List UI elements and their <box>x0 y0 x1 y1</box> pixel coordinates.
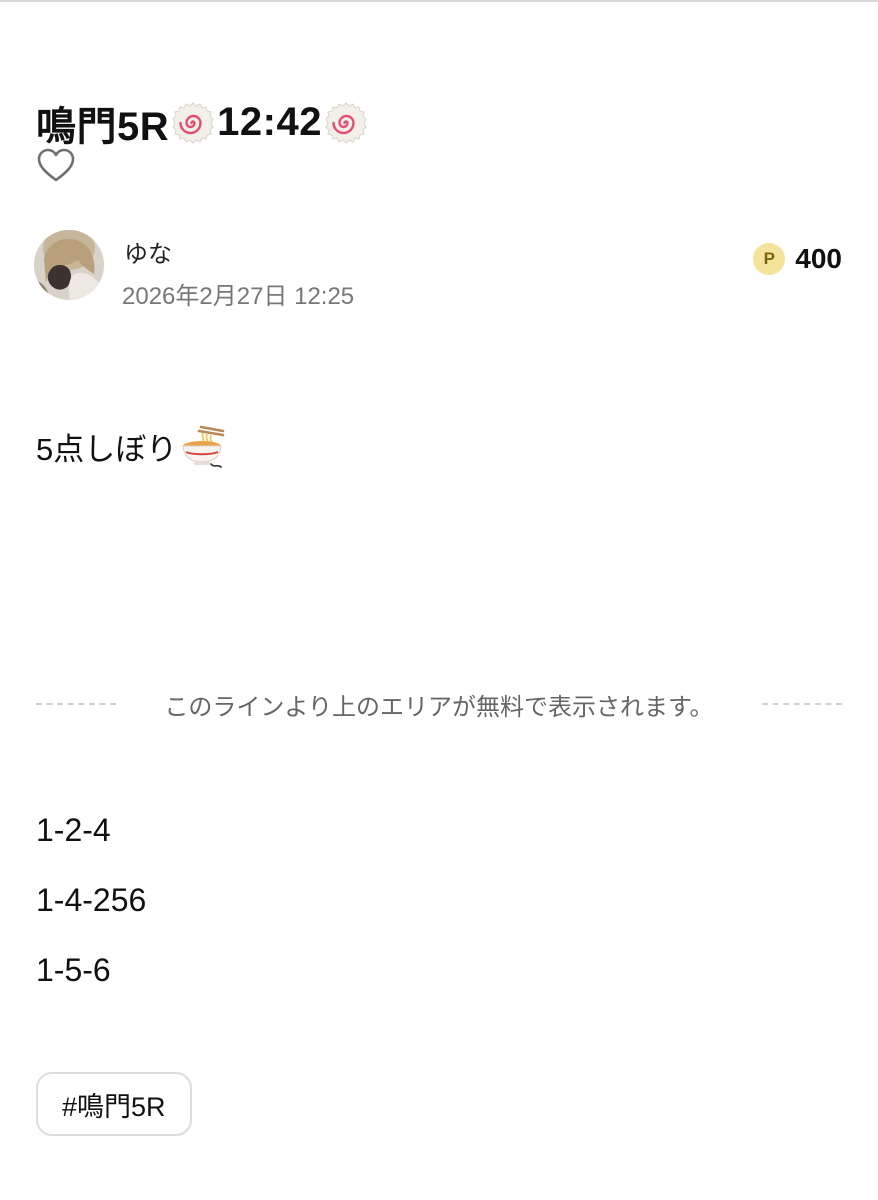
points-icon: P <box>753 243 786 275</box>
post-intro: 5点しぼり <box>36 424 227 468</box>
combination-item: 1-2-4 <box>36 812 111 848</box>
title-prefix: 鳴門5R <box>36 104 170 149</box>
intro-text: 5点しぼり <box>36 431 178 467</box>
author-section: ゆな 2026年2月27日 12:25 P 400 <box>34 230 842 310</box>
author-name[interactable]: ゆな <box>124 234 172 269</box>
combination-list: 1-2-4 1-4-256 1-5-6 <box>36 808 146 1018</box>
heart-icon <box>37 148 75 182</box>
combination-item: 1-4-256 <box>36 882 147 918</box>
post-date: 2026年2月27日 12:25 <box>122 283 355 310</box>
top-divider <box>0 0 878 2</box>
fish-cake-icon <box>171 101 215 145</box>
fish-cake-icon <box>324 101 368 145</box>
dashed-line-right <box>762 703 842 705</box>
like-button[interactable] <box>36 146 76 186</box>
hashtag-chip[interactable]: #鳴門5R <box>36 1072 192 1136</box>
price-points: P 400 <box>753 242 842 276</box>
combination-item: 1-5-6 <box>36 952 111 988</box>
paywall-divider: このラインより上のエリアが無料で表示されます。 <box>36 686 842 722</box>
title-time: 12:42 <box>217 100 322 145</box>
post-title: 鳴門5R 12:42 <box>36 93 370 153</box>
avatar[interactable] <box>34 230 104 300</box>
price-value: 400 <box>795 243 842 274</box>
dashed-line-left <box>36 703 116 705</box>
ramen-bowl-icon <box>181 423 227 469</box>
paywall-message: このラインより上のエリアが無料で表示されます。 <box>164 693 714 721</box>
